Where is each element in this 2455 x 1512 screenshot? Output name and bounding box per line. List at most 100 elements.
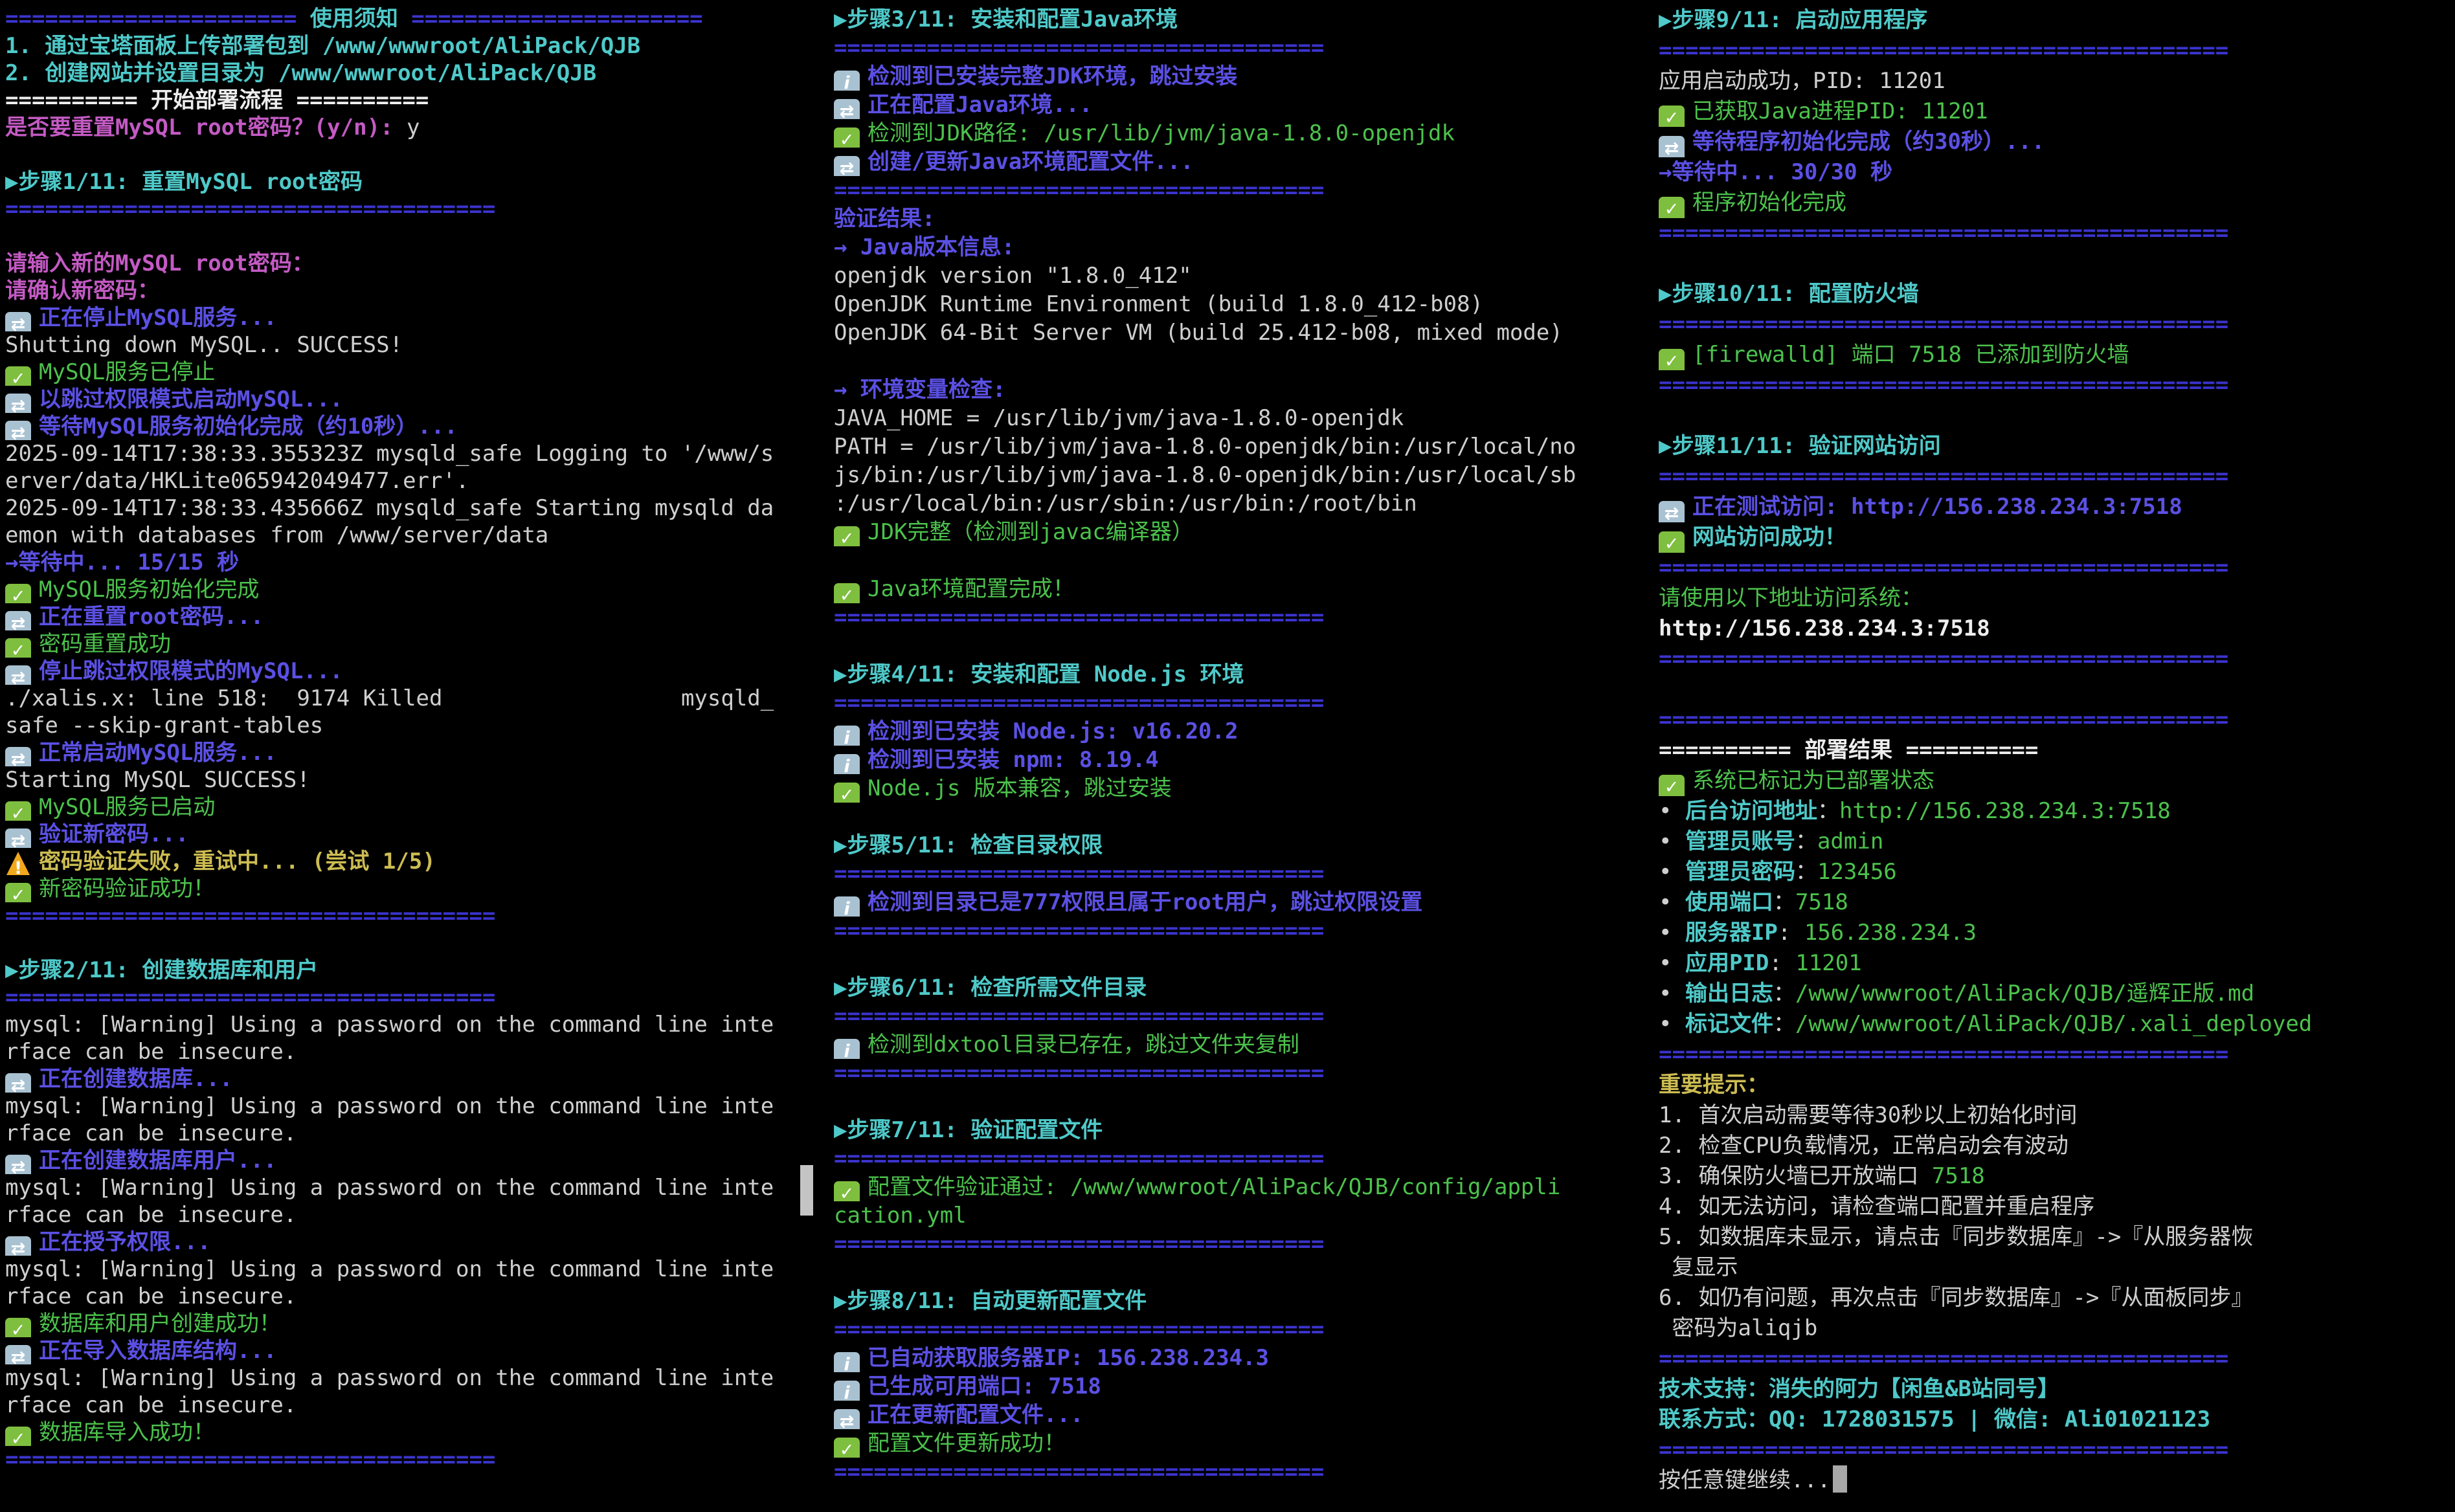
terminal-line: js/bin:/usr/lib/jvm/java-1.8.0-openjdk/b… bbox=[834, 461, 1648, 489]
text-segment: 检测到已安装 Node.js: v16.20.2 bbox=[868, 718, 1238, 744]
terminal-line: OpenJDK Runtime Environment (build 1.8.0… bbox=[834, 290, 1648, 318]
terminal-line: ⇄创建/更新Java环境配置文件... bbox=[834, 148, 1648, 176]
terminal-line: • 管理员账号：admin bbox=[1659, 827, 2455, 857]
text-segment: 密码验证失败，重试中... (尝试 1/5) bbox=[39, 849, 436, 874]
terminal-pane-middle: ▶步骤3/11: 安装和配置Java环境====================… bbox=[834, 5, 1648, 1486]
text-segment: ========================================… bbox=[1659, 1346, 2228, 1372]
info-icon: i bbox=[834, 896, 860, 917]
info-icon: i bbox=[834, 754, 860, 774]
text-segment: →等待中... 15/15 秒 bbox=[5, 550, 239, 575]
text-segment: 后台访问地址 bbox=[1685, 798, 1817, 824]
text-segment: ： bbox=[1773, 1011, 1795, 1037]
text-segment: 正在授予权限... bbox=[39, 1229, 210, 1255]
text-segment: ===================================== bbox=[834, 1060, 1324, 1086]
terminal-line: mysql: [Warning] Using a password on the… bbox=[5, 1256, 822, 1283]
terminal-line: ========================================… bbox=[1659, 370, 2455, 401]
text-segment: 验证新密码... bbox=[39, 821, 188, 847]
terminal-line: ====================== 使用须知 ============… bbox=[5, 5, 822, 32]
terminal-line: JAVA_HOME = /usr/lib/jvm/java-1.8.0-open… bbox=[834, 404, 1648, 432]
terminal-line: mysql: [Warning] Using a password on the… bbox=[5, 1093, 822, 1120]
text-segment: : bbox=[1778, 920, 1804, 946]
terminal-line: 密码为aliqjb bbox=[1659, 1313, 2455, 1344]
terminal-line: ▶步骤11/11: 验证网站访问 bbox=[1659, 431, 2455, 461]
terminal-screen[interactable]: ====================== 使用须知 ============… bbox=[0, 0, 2455, 1512]
text-segment: • bbox=[1659, 798, 1685, 824]
terminal-line: OpenJDK 64-Bit Server VM (build 25.412-b… bbox=[834, 318, 1648, 347]
text-segment: • bbox=[1659, 950, 1685, 976]
text-segment: 已生成可用端口: 7518 bbox=[868, 1373, 1101, 1399]
terminal-line: • 输出日志：/www/wwwroot/AliPack/QJB/遥辉正版.md bbox=[1659, 979, 2455, 1009]
text-segment: safe --skip-grant-tables bbox=[5, 713, 323, 739]
terminal-line: i检测到已安装 npm: 8.19.4 bbox=[834, 746, 1648, 774]
refresh-icon: ⇄ bbox=[5, 665, 31, 685]
terminal-line: ✓MySQL服务初始化完成 bbox=[5, 576, 822, 603]
terminal-line: 复显示 bbox=[1659, 1252, 2455, 1283]
text-segment: ===================================== bbox=[834, 177, 1324, 203]
terminal-line: :/usr/local/bin:/usr/sbin:/usr/bin:/root… bbox=[834, 489, 1648, 518]
refresh-icon: ⇄ bbox=[5, 394, 31, 413]
text-segment: ===================================== bbox=[5, 1447, 495, 1473]
info-icon: i bbox=[834, 1039, 860, 1059]
text-segment: 重要提示： bbox=[1659, 1072, 1769, 1098]
terminal-line: ===================================== bbox=[834, 34, 1648, 62]
text-segment: rface can be insecure. bbox=[5, 1039, 297, 1065]
terminal-line: ========== 开始部署流程 ========== bbox=[5, 87, 822, 114]
text-segment: ▶步骤8/11: 自动更新配置文件 bbox=[834, 1288, 1147, 1314]
checkmark-icon: ✓ bbox=[834, 526, 860, 546]
text-segment: 5. 如数据库未显示，请点击『同步数据库』->『从服务器恢 bbox=[1659, 1224, 2253, 1250]
text-segment: 系统已标记为已部署状态 bbox=[1692, 768, 1934, 794]
text-segment: ========================================… bbox=[1659, 220, 2228, 246]
info-icon: i bbox=[834, 726, 860, 746]
text-segment: js/bin:/usr/lib/jvm/java-1.8.0-openjdk/b… bbox=[834, 462, 1576, 488]
text-segment: 已获取Java进程PID: 11201 bbox=[1692, 98, 1988, 124]
refresh-icon: ⇄ bbox=[5, 747, 31, 766]
terminal-line: 技术支持：消失的阿力【闲鱼&B站同号】 bbox=[1659, 1374, 2455, 1405]
warning-icon: ! bbox=[5, 852, 31, 875]
terminal-line: 应用启动成功，PID: 11201 bbox=[1659, 66, 2455, 96]
text-segment: ▶步骤9/11: 启动应用程序 bbox=[1659, 7, 1927, 33]
terminal-line: ✓MySQL服务已启动 bbox=[5, 794, 822, 821]
text-segment: rface can be insecure. bbox=[5, 1202, 297, 1228]
checkmark-icon: ✓ bbox=[5, 1427, 31, 1446]
text-segment: OpenJDK 64-Bit Server VM (build 25.412-b… bbox=[834, 320, 1563, 346]
terminal-pane-right: ▶步骤9/11: 启动应用程序 =========================… bbox=[1659, 5, 2455, 1496]
text-segment: /www/wwwroot/AliPack/QJB/.xali_deployed bbox=[1795, 1011, 2312, 1037]
terminal-line bbox=[834, 1258, 1648, 1287]
text-segment: 正在重置root密码... bbox=[39, 604, 263, 630]
terminal-line: ✓配置文件更新成功！ bbox=[834, 1429, 1648, 1458]
text-segment: 新密码验证成功！ bbox=[39, 876, 215, 902]
text-segment: 2025-09-14T17:38:33.435666Z mysqld_safe … bbox=[5, 495, 774, 521]
text-segment: ===================================== bbox=[834, 605, 1324, 630]
text-segment: ========== 开始部署流程 ========== bbox=[5, 87, 429, 113]
refresh-icon: ⇄ bbox=[834, 156, 860, 176]
terminal-line: ===================================== bbox=[834, 917, 1648, 945]
text-segment: 正在更新配置文件... bbox=[868, 1402, 1083, 1428]
text-segment: 正在创建数据库... bbox=[39, 1066, 232, 1092]
terminal-line: ⇄正在导入数据库结构... bbox=[5, 1337, 822, 1364]
text-segment: openjdk version "1.8.0_412" bbox=[834, 263, 1192, 289]
text-segment: ===================================== bbox=[5, 196, 495, 222]
checkmark-icon: ✓ bbox=[834, 1438, 860, 1458]
terminal-line: 2. 检查CPU负载情况，正常启动会有波动 bbox=[1659, 1131, 2455, 1161]
text-segment: http://156.238.234.3:7518 bbox=[1659, 616, 1990, 641]
terminal-line: 2. 创建网站并设置目录为 /www/wwwroot/AliPack/QJB bbox=[5, 60, 822, 87]
text-segment: ========================================… bbox=[1659, 1041, 2228, 1067]
terminal-line: erver/data/HKLite065942049477.err'. bbox=[5, 467, 822, 495]
refresh-icon: ⇄ bbox=[5, 1345, 31, 1364]
checkmark-icon: ✓ bbox=[834, 128, 860, 148]
info-icon: i bbox=[834, 71, 860, 91]
terminal-line: ! 密码验证失败，重试中... (尝试 1/5) bbox=[5, 848, 822, 875]
terminal-line: ========================================… bbox=[1659, 553, 2455, 583]
terminal-line: 2025-09-14T17:38:33.435666Z mysqld_safe … bbox=[5, 495, 822, 522]
text-segment: → 环境变量检查: bbox=[834, 377, 1005, 403]
text-segment: : bbox=[1769, 950, 1795, 976]
text-segment: 123456 bbox=[1817, 859, 1897, 885]
text-segment: ===================================== bbox=[5, 903, 495, 929]
text-segment: JAVA_HOME = /usr/lib/jvm/java-1.8.0-open… bbox=[834, 405, 1404, 431]
terminal-line: ⇄等待MySQL服务初始化完成（约10秒）... bbox=[5, 413, 822, 440]
text-segment: 使用端口 bbox=[1685, 889, 1773, 915]
text-segment: mysql: [Warning] Using a password on the… bbox=[5, 1175, 774, 1201]
terminal-line: • 使用端口：7518 bbox=[1659, 887, 2455, 918]
text-segment: ： bbox=[1795, 828, 1817, 854]
terminal-line: ▶步骤1/11: 重置MySQL root密码 bbox=[5, 168, 822, 195]
